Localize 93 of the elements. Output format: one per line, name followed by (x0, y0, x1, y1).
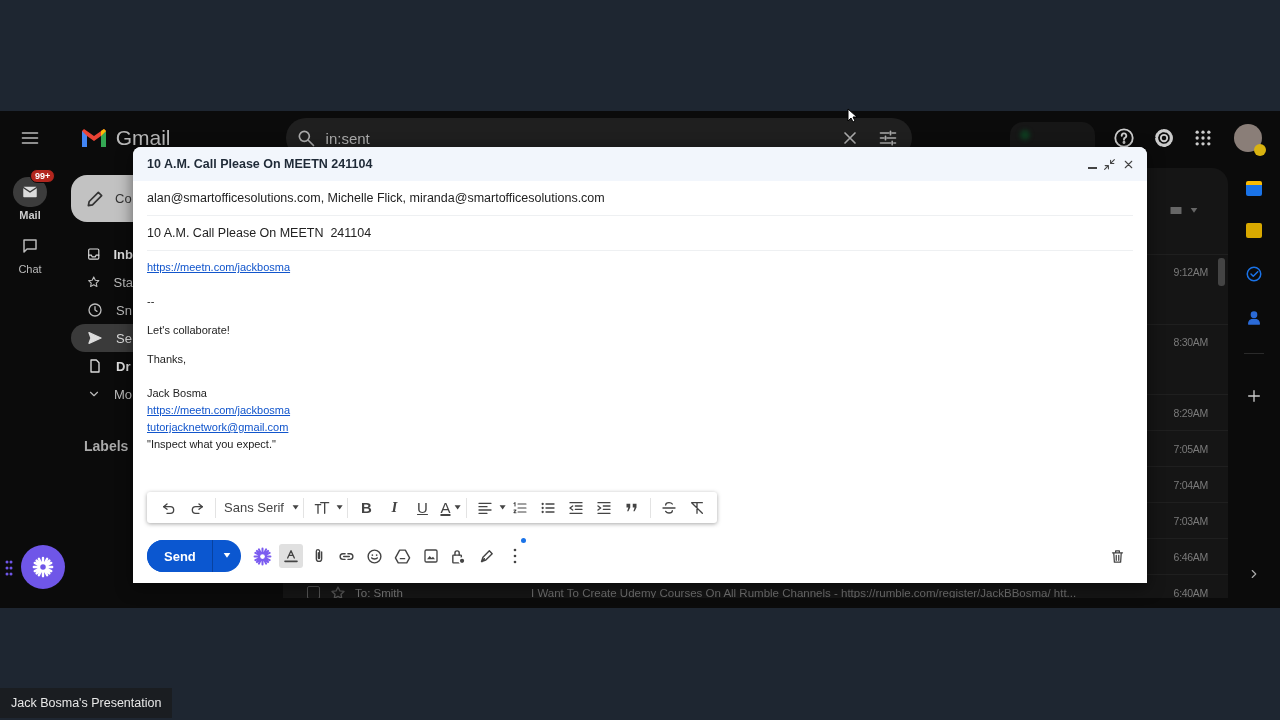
plus-icon (1246, 388, 1262, 404)
email-time: 9:12AM (1173, 266, 1208, 278)
email-time: 6:40AM (1173, 586, 1208, 598)
app-name: Gmail (115, 126, 171, 150)
exit-full-screen-icon (1103, 157, 1116, 171)
body-link[interactable]: https://meetn.com/jackbosma (147, 261, 291, 273)
trash-icon (1109, 548, 1125, 564)
indent-less-icon (568, 499, 584, 516)
labels-heading: Labels (84, 438, 129, 454)
email-subject: I Want To Create Udemy Courses On All Rumble Channels - https://rumble.com/register/JackBBosma/ htt... (531, 586, 1077, 598)
nav-item[interactable]: Sn (71, 296, 133, 324)
nav-item[interactable]: Mo (71, 380, 133, 408)
body-text: Jack Bosma (147, 387, 207, 399)
keyboard-icon (1168, 205, 1184, 217)
underline-button[interactable]: U (408, 495, 437, 520)
help-button[interactable] (1113, 127, 1135, 149)
italic-button[interactable]: I (380, 495, 409, 520)
note-icon[interactable] (1246, 223, 1262, 239)
lock-clock-icon (450, 547, 468, 565)
inbox-icon (87, 246, 101, 262)
more-icon (511, 548, 518, 564)
body-link[interactable]: tutorjacknetwork@gmail.com (147, 421, 289, 433)
row-checkbox[interactable] (307, 586, 320, 598)
nav-item[interactable]: Inb (71, 240, 133, 268)
presenter-label: Jack Bosma's Presentation (0, 688, 173, 718)
font-dropdown[interactable]: Sans Serif (224, 500, 284, 515)
clear-formatting-icon (689, 499, 705, 516)
logo-icon (79, 127, 108, 149)
pencil-icon (85, 188, 105, 209)
body-text: "Inspect what you expect." (147, 438, 276, 450)
caret-icon (1190, 207, 1198, 215)
apps-icon (1193, 128, 1213, 148)
avatar[interactable] (1234, 124, 1262, 152)
filter-options-icon (878, 128, 899, 148)
recipients-field[interactable]: alan@smartofficesolutions.com, Michelle Flick, miranda@smartofficesolutions.com (147, 191, 605, 205)
calendar-icon[interactable] (1246, 181, 1262, 197)
text-color-button[interactable]: A (436, 495, 455, 520)
rail-label: Mail (19, 209, 41, 221)
chat-icon (21, 237, 39, 255)
sparkle-icon (253, 546, 273, 566)
email-time: 6:46AM (1173, 550, 1208, 563)
rail-label: Chat (18, 263, 42, 275)
caret-icon (222, 552, 231, 560)
nav-item[interactable]: Sta (71, 268, 133, 296)
email-time: 7:05AM (1173, 442, 1208, 455)
drag-handle-icon (5, 560, 13, 576)
email-time: 7:03AM (1173, 514, 1208, 527)
send-icon (87, 330, 103, 346)
caret-icon (336, 503, 344, 512)
scrollbar[interactable] (1218, 258, 1225, 286)
compose-button[interactable]: Co (71, 175, 133, 222)
formatting-options-button[interactable] (278, 544, 303, 568)
body-text: Let's collaborate! (147, 324, 230, 336)
star-icon (330, 584, 346, 598)
body-link[interactable]: https://meetn.com/jackbosma (147, 404, 291, 416)
assistant-button[interactable] (21, 545, 65, 589)
indent-more-icon (596, 499, 612, 516)
apps-button[interactable] (1193, 128, 1213, 148)
document-icon (87, 358, 103, 374)
email-time: 8:30AM (1173, 336, 1208, 348)
email-time: 8:29AM (1173, 406, 1208, 419)
email-recipient: To: Smith (355, 586, 404, 598)
strikethrough-icon (661, 499, 677, 516)
numbered-list-icon (512, 499, 528, 516)
body-text: Thanks, (147, 353, 187, 365)
subject-field[interactable]: 10 A.M. Call Please On MEETN 241104 (147, 226, 372, 240)
settings-icon (1153, 127, 1175, 149)
caret-icon (292, 503, 300, 512)
pen-icon (478, 547, 496, 565)
add-button[interactable] (1246, 388, 1262, 404)
unread-badge: 99+ (30, 169, 56, 183)
body-text: -- (147, 295, 155, 307)
caret-icon (498, 503, 506, 512)
nav-item[interactable]: Se (71, 324, 133, 352)
sparkle-icon (32, 556, 54, 578)
nav-item[interactable]: Dr (71, 352, 133, 380)
bold-button[interactable]: B (352, 495, 381, 520)
photo-icon (422, 548, 439, 564)
rail-button[interactable] (13, 177, 47, 207)
person-icon[interactable] (1246, 310, 1262, 327)
caret-icon (454, 503, 462, 512)
clock-icon (87, 302, 103, 318)
star-icon (87, 274, 101, 290)
text-format-icon (282, 548, 299, 564)
check-circle-icon[interactable] (1245, 265, 1263, 284)
settings-button[interactable] (1153, 127, 1175, 149)
email-time: 7:04AM (1173, 478, 1208, 491)
text-size-icon (313, 499, 332, 516)
emoji-icon (366, 547, 384, 565)
compose-title: 10 A.M. Call Please On MEETN 241104 (147, 157, 374, 171)
help-icon (1113, 127, 1135, 149)
keyboard-button[interactable] (1168, 205, 1198, 217)
warning-badge (1254, 144, 1266, 156)
